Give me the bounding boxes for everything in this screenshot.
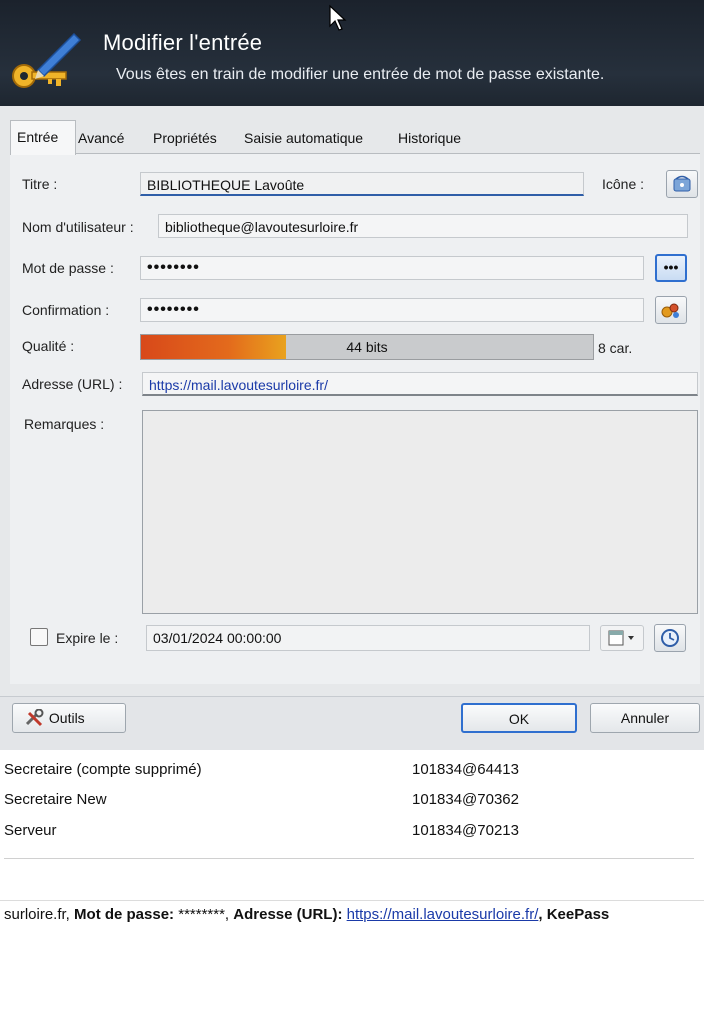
- tab-historique[interactable]: Historique: [392, 124, 467, 152]
- entry-title: Serveur: [4, 822, 57, 839]
- char-count: 8 car.: [598, 340, 633, 356]
- tab-avance[interactable]: Avancé: [72, 124, 130, 152]
- expire-checkbox[interactable]: [30, 628, 48, 646]
- entry-username: 101834@70213: [412, 822, 519, 839]
- status-url-label: Adresse (URL):: [233, 906, 343, 923]
- status-password-value: ********,: [174, 906, 234, 923]
- status-tail: , KeePass: [538, 906, 610, 923]
- tab-proprietes[interactable]: Propriétés: [147, 124, 223, 152]
- dialog-subtitle: Vous êtes en train de modifier une entré…: [116, 66, 605, 83]
- expire-label: Expire le :: [56, 630, 119, 646]
- entry-title: Secretaire (compte supprimé): [4, 761, 202, 778]
- mouse-cursor-icon: [329, 4, 347, 31]
- status-url-link[interactable]: https://mail.lavoutesurloire.fr/: [347, 906, 539, 923]
- quality-bits-text: 44 bits: [346, 339, 388, 355]
- generate-password-button[interactable]: [655, 296, 687, 324]
- notes-textarea[interactable]: [142, 410, 698, 614]
- list-divider: [4, 858, 694, 859]
- title-input[interactable]: BIBLIOTHEQUE Lavoûte: [140, 172, 584, 196]
- calendar-icon: [608, 630, 634, 646]
- entry-title: Secretaire New: [4, 791, 107, 808]
- status-username-tail: surloire.fr,: [4, 906, 75, 923]
- cancel-button[interactable]: Annuler: [590, 703, 700, 733]
- entry-username: 101834@64413: [412, 761, 519, 778]
- password-generator-icon: [661, 303, 679, 318]
- username-label: Nom d'utilisateur :: [22, 219, 134, 235]
- empty-area: [0, 928, 704, 1016]
- entry-username: 101834@70362: [412, 791, 519, 808]
- icon-picker-button[interactable]: [666, 170, 698, 198]
- entry-details-bar: surloire.fr, Mot de passe: ********, Adr…: [0, 900, 704, 929]
- password-label: Mot de passe :: [22, 260, 114, 276]
- show-password-button[interactable]: •••: [655, 254, 687, 282]
- ok-button[interactable]: OK: [461, 703, 577, 733]
- key-pen-icon: [12, 32, 82, 88]
- entry-list: Secretaire (compte supprimé) 101834@6441…: [0, 750, 704, 900]
- password-quality-bar: 44 bits: [140, 334, 594, 360]
- confirm-input[interactable]: ••••••••: [140, 298, 644, 322]
- tools-button-label: Outils: [48, 710, 85, 726]
- clock-icon: [661, 629, 679, 647]
- url-label: Adresse (URL) :: [22, 376, 123, 392]
- tools-icon: [25, 708, 44, 727]
- title-label: Titre :: [22, 176, 58, 192]
- url-input[interactable]: https://mail.lavoutesurloire.fr/: [142, 372, 698, 396]
- dialog-title: Modifier l'entrée: [103, 30, 263, 55]
- icon-label: Icône :: [602, 176, 645, 192]
- notes-label: Remarques :: [24, 416, 105, 432]
- dialog-banner: Modifier l'entrée Vous êtes en train de …: [0, 0, 704, 106]
- status-password-label: Mot de passe:: [74, 906, 175, 923]
- expire-presets-button[interactable]: [654, 624, 686, 652]
- list-item[interactable]: Secretaire New 101834@70362: [0, 784, 704, 815]
- key-box-icon: [673, 175, 691, 192]
- expire-date-input[interactable]: 03/01/2024 00:00:00: [146, 625, 590, 651]
- tab-saisie-automatique[interactable]: Saisie automatique: [238, 124, 369, 152]
- quality-label: Qualité :: [22, 338, 75, 354]
- tools-button[interactable]: Outils: [12, 703, 126, 733]
- tab-entree[interactable]: Entrée: [10, 120, 76, 155]
- username-input[interactable]: bibliotheque@lavoutesurloire.fr: [158, 214, 688, 238]
- list-item[interactable]: Serveur 101834@70213: [0, 815, 704, 846]
- password-input[interactable]: ••••••••: [140, 256, 644, 280]
- edit-entry-dialog: Modifier l'entrée Vous êtes en train de …: [0, 0, 704, 751]
- list-item[interactable]: Secretaire (compte supprimé) 101834@6441…: [0, 754, 704, 785]
- confirm-label: Confirmation :: [22, 302, 110, 318]
- calendar-dropdown-button[interactable]: [600, 625, 644, 651]
